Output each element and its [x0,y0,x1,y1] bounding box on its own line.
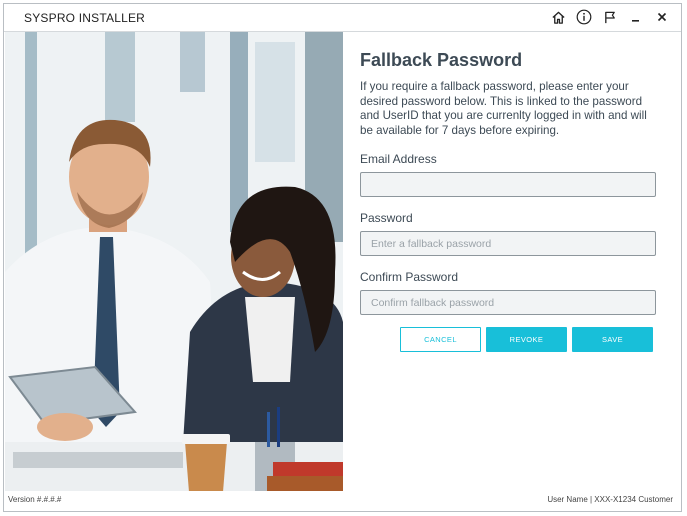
home-icon[interactable] [549,8,567,26]
cancel-button[interactable]: CANCEL [400,327,481,352]
title-bar: SYSPRO INSTALLER [4,4,681,32]
confirm-password-field[interactable] [360,290,656,315]
form-actions: CANCEL REVOKE SAVE [400,327,653,352]
flag-icon[interactable] [601,8,619,26]
email-label: Email Address [360,152,437,166]
revoke-button[interactable]: REVOKE [486,327,567,352]
page-title: Fallback Password [360,50,523,70]
installer-window: SYSPRO INSTALLER Fallback Password If yo… [3,3,682,512]
version-label: Version #.#.#.# [8,495,62,504]
hero-image [5,32,343,491]
close-icon[interactable] [653,8,671,26]
title-bar-actions [549,8,671,26]
status-bar: Version #.#.#.# User Name | XXX-X1234 Cu… [4,489,681,511]
form-description: If you require a fallback password, plea… [360,80,647,137]
password-label: Password [360,211,413,225]
user-info: User Name | XXX-X1234 Customer [547,495,673,504]
fallback-password-form: Fallback Password If you require a fallb… [360,32,660,315]
minimize-icon[interactable] [627,8,645,26]
confirm-password-label: Confirm Password [360,270,459,284]
password-field[interactable] [360,231,656,256]
email-field[interactable] [360,172,656,197]
app-title: SYSPRO INSTALLER [24,11,146,25]
save-button[interactable]: SAVE [572,327,653,352]
info-icon[interactable] [575,8,593,26]
